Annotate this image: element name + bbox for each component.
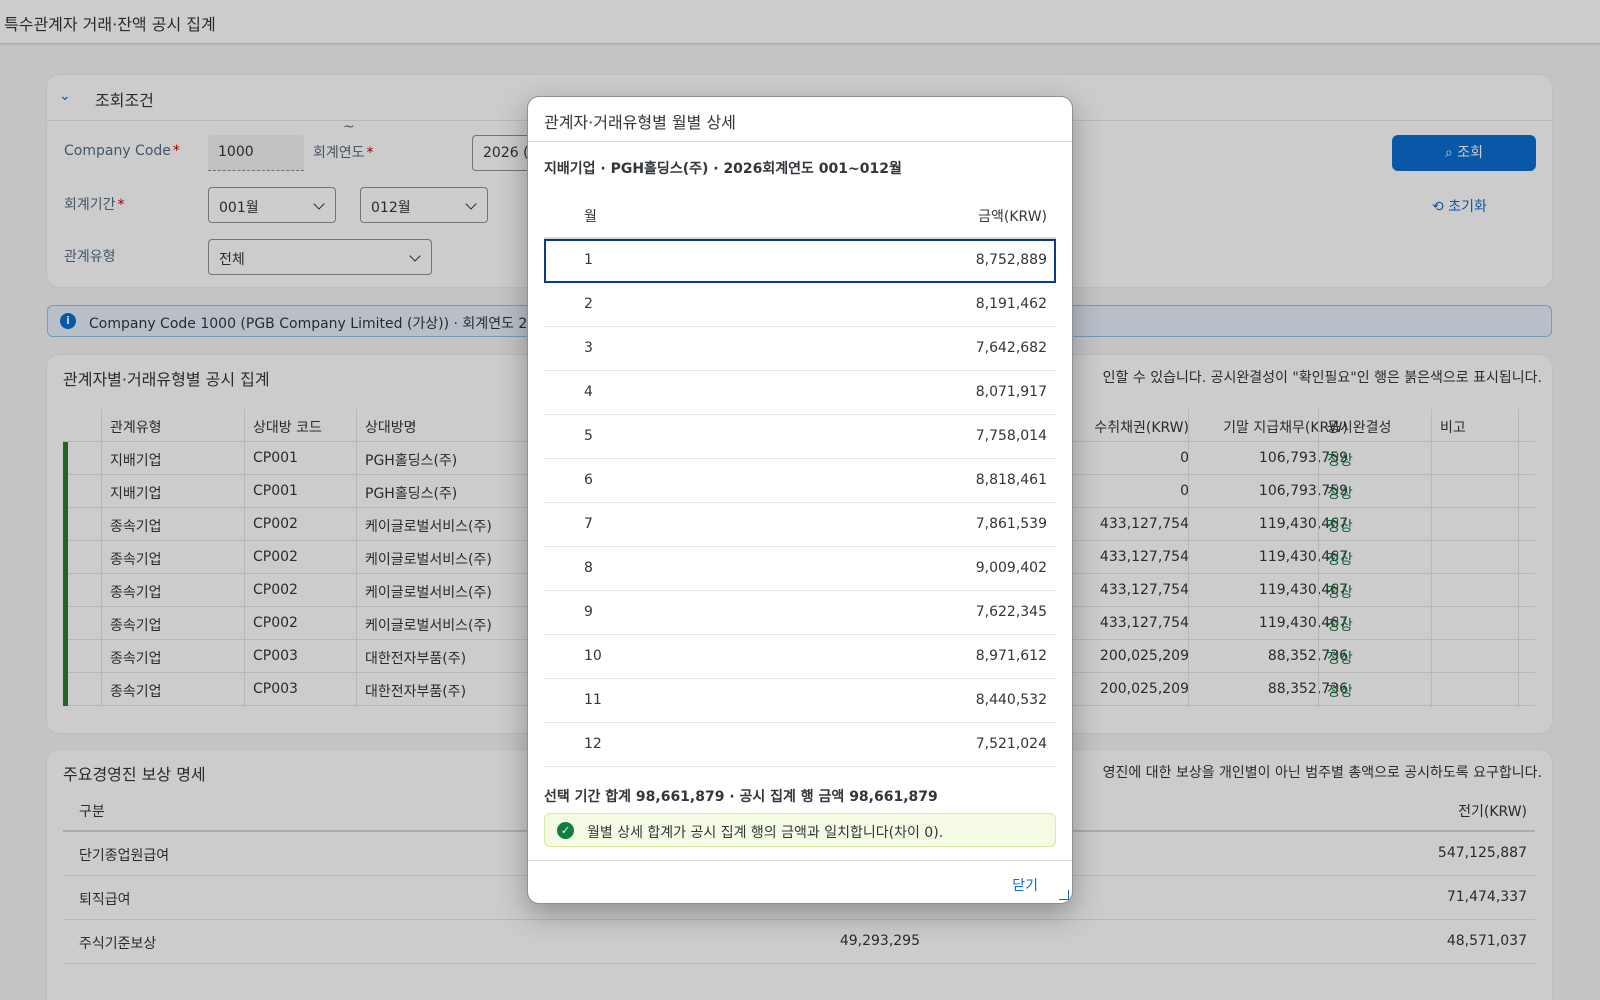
success-message-strip: ✓ 월별 상세 합계가 공시 집계 행의 금액과 일치합니다(차이 0). <box>544 813 1056 847</box>
monthly-row[interactable]: 10 8,971,612 <box>544 635 1056 679</box>
dialog-title: 관계자·거래유형별 월별 상세 <box>544 113 736 132</box>
column-header[interactable]: 월 <box>584 206 597 226</box>
amount-cell: 7,861,539 <box>975 516 1047 532</box>
month-cell: 11 <box>584 692 602 708</box>
monthly-row[interactable]: 1 8,752,889 <box>544 239 1056 283</box>
monthly-row[interactable]: 2 8,191,462 <box>544 283 1056 327</box>
monthly-row[interactable]: 3 7,642,682 <box>544 327 1056 371</box>
monthly-table-header: 월 금액(KRW) <box>544 193 1056 239</box>
month-cell: 7 <box>584 516 593 532</box>
month-cell: 5 <box>584 428 593 444</box>
amount-cell: 7,622,345 <box>975 604 1047 620</box>
dialog-total-text: 선택 기간 합계 98,661,879 · 공시 집계 행 금액 98,661,… <box>544 789 938 805</box>
dialog-header[interactable]: 관계자·거래유형별 월별 상세 <box>528 97 1072 142</box>
monthly-detail-dialog: 관계자·거래유형별 월별 상세 지배기업 · PGH홀딩스(주) · 2026회… <box>527 96 1073 904</box>
amount-cell: 8,191,462 <box>975 296 1047 312</box>
monthly-row[interactable]: 9 7,622,345 <box>544 591 1056 635</box>
dialog-footer: 닫기 <box>528 860 1072 904</box>
resize-handle-icon[interactable] <box>1059 890 1069 900</box>
amount-cell: 9,009,402 <box>975 560 1047 576</box>
month-cell: 4 <box>584 384 593 400</box>
month-cell: 6 <box>584 472 593 488</box>
amount-cell: 8,752,889 <box>975 252 1047 268</box>
close-button[interactable]: 닫기 <box>1012 875 1038 895</box>
month-cell: 2 <box>584 296 593 312</box>
dialog-subtitle: 지배기업 · PGH홀딩스(주) · 2026회계연도 001~012월 <box>544 161 902 177</box>
monthly-row[interactable]: 12 7,521,024 <box>544 723 1056 767</box>
amount-cell: 8,971,612 <box>975 648 1047 664</box>
monthly-row[interactable]: 7 7,861,539 <box>544 503 1056 547</box>
month-cell: 8 <box>584 560 593 576</box>
amount-cell: 7,521,024 <box>975 736 1047 752</box>
amount-cell: 7,642,682 <box>975 340 1047 356</box>
monthly-row[interactable]: 8 9,009,402 <box>544 547 1056 591</box>
month-cell: 3 <box>584 340 593 356</box>
column-header[interactable]: 금액(KRW) <box>978 206 1047 226</box>
success-message-text: 월별 상세 합계가 공시 집계 행의 금액과 일치합니다(차이 0). <box>587 825 944 841</box>
amount-cell: 8,071,917 <box>975 384 1047 400</box>
amount-cell: 8,440,532 <box>975 692 1047 708</box>
amount-cell: 7,758,014 <box>975 428 1047 444</box>
check-icon: ✓ <box>557 822 574 839</box>
month-cell: 10 <box>584 648 602 664</box>
month-cell: 9 <box>584 604 593 620</box>
amount-cell: 8,818,461 <box>975 472 1047 488</box>
monthly-row[interactable]: 4 8,071,917 <box>544 371 1056 415</box>
month-cell: 12 <box>584 736 602 752</box>
monthly-row[interactable]: 11 8,440,532 <box>544 679 1056 723</box>
month-cell: 1 <box>584 252 593 268</box>
monthly-row[interactable]: 5 7,758,014 <box>544 415 1056 459</box>
monthly-row[interactable]: 6 8,818,461 <box>544 459 1056 503</box>
